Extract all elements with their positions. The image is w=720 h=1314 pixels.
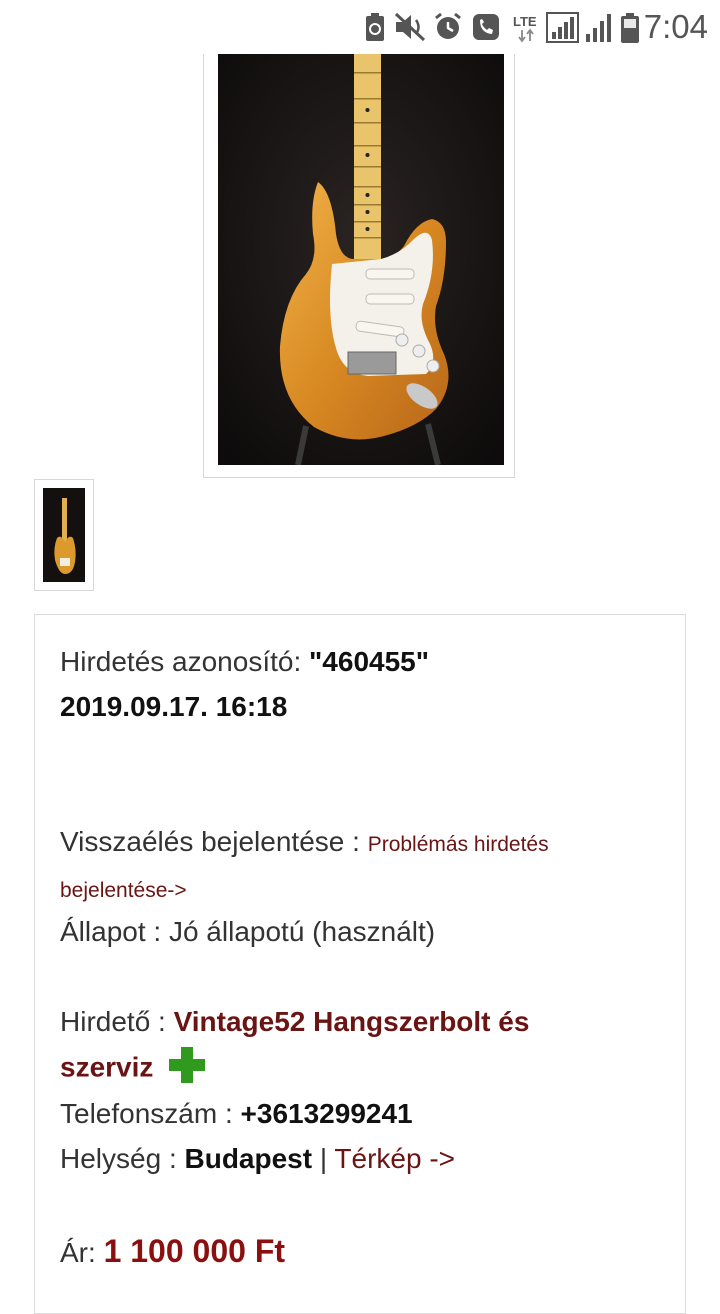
ad-id-row: Hirdetés azonosító: "460455": [60, 644, 429, 680]
ad-id-label: Hirdetés azonosító:: [60, 646, 302, 677]
report-link[interactable]: Problémás hirdetés: [368, 833, 549, 856]
report-label: Visszaélés bejelentése :: [60, 826, 360, 857]
main-photo-frame[interactable]: [203, 54, 515, 478]
phone-row: Telefonszám : +3613299241: [60, 1096, 413, 1132]
separator: |: [319, 1143, 328, 1174]
svg-text:LTE: LTE: [513, 14, 537, 29]
alarm-icon: [435, 12, 461, 39]
plus-icon: [167, 1045, 207, 1085]
condition-row: Állapot : Jó állapotú (használt): [60, 914, 435, 950]
advertiser-row: Hirdető : Vintage52 Hangszerbolt és: [60, 1004, 529, 1040]
condition-value: Jó állapotú (használt): [168, 916, 436, 947]
guitar-back-photo[interactable]: [43, 488, 85, 582]
ad-date: 2019.09.17. 16:18: [60, 691, 288, 722]
price-value: 1 100 000 Ft: [103, 1233, 286, 1269]
price-label: Ár:: [60, 1237, 96, 1268]
report-link-continued[interactable]: bejelentése->: [60, 873, 187, 909]
battery-saver-icon: [366, 13, 384, 41]
battery-icon: [621, 13, 639, 43]
mute-icon: [394, 12, 426, 42]
map-link[interactable]: Térkép ->: [334, 1143, 455, 1174]
location-row: Helység : Budapest | Térkép ->: [60, 1141, 455, 1177]
lte-icon: LTE: [513, 14, 537, 43]
signal-icon: [546, 12, 579, 43]
advertiser-link[interactable]: Vintage52 Hangszerbolt és: [174, 1006, 530, 1037]
condition-label: Állapot :: [60, 916, 162, 947]
advertiser-link-continued[interactable]: szerviz: [60, 1051, 153, 1082]
advertiser-label: Hirdető :: [60, 1006, 166, 1037]
guitar-front-photo[interactable]: [218, 54, 504, 465]
status-bar: LTE 7:04: [0, 0, 720, 54]
report-row: Visszaélés bejelentése : Problémás hirde…: [60, 824, 549, 863]
clock: 7:04: [643, 8, 708, 45]
call-icon: [473, 14, 499, 40]
signal-icon: [586, 14, 611, 42]
ad-id-value: "460455": [309, 646, 430, 677]
phone-label: Telefonszám :: [60, 1098, 233, 1129]
location-value: Budapest: [184, 1143, 313, 1174]
advertiser-row-continued: szerviz: [60, 1047, 207, 1089]
location-label: Helység :: [60, 1143, 177, 1174]
ad-details-panel: Hirdetés azonosító: "460455" 2019.09.17.…: [34, 614, 686, 1314]
thumbnail-item[interactable]: [34, 479, 94, 591]
phone-value[interactable]: +3613299241: [241, 1098, 413, 1129]
price-row: Ár: 1 100 000 Ft: [60, 1233, 285, 1271]
